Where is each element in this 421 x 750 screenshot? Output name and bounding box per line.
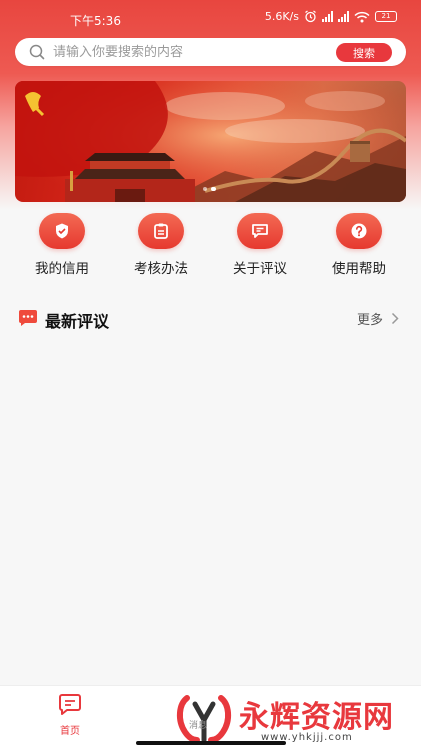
more-link[interactable]: 更多 xyxy=(357,309,399,328)
status-time: 下午5:36 xyxy=(70,14,121,28)
signal-icon xyxy=(322,11,333,22)
carousel-indicator xyxy=(203,187,216,191)
menu-label: 关于评议 xyxy=(233,261,287,277)
menu-my-credit[interactable]: 我的信用 xyxy=(22,213,102,277)
status-icons: 5.6K/s 21 xyxy=(265,10,397,23)
network-speed: 5.6K/s xyxy=(264,10,299,23)
carousel-dot xyxy=(203,187,207,191)
clipboard-icon xyxy=(138,213,184,249)
search-button[interactable]: 搜索 xyxy=(336,43,392,62)
search-icon xyxy=(29,44,45,60)
menu-usage-help[interactable]: 使用帮助 xyxy=(319,213,399,277)
chat-bubble-icon xyxy=(19,310,37,326)
message-icon xyxy=(237,213,283,249)
latest-evaluation-header: 最新评议 更多 xyxy=(0,306,421,331)
home-indicator xyxy=(136,741,286,745)
section-title: 最新评议 xyxy=(45,312,110,331)
menu-about-evaluation[interactable]: 关于评议 xyxy=(220,213,300,277)
status-bar: 下午5:36 5.6K/s 21 xyxy=(0,0,421,36)
signal-icon-2 xyxy=(338,11,349,22)
watermark-small-text: 消息 xyxy=(189,721,208,731)
search-input[interactable] xyxy=(53,42,333,62)
menu-label: 使用帮助 xyxy=(332,261,386,277)
search-bar[interactable]: 搜索 xyxy=(15,38,406,66)
battery-icon: 21 xyxy=(375,11,397,22)
shield-check-icon xyxy=(39,213,85,249)
alarm-icon xyxy=(305,10,316,23)
tab-home[interactable]: 首页 xyxy=(40,694,100,737)
more-label: 更多 xyxy=(356,313,383,328)
home-chat-icon xyxy=(59,694,81,715)
question-icon xyxy=(336,213,382,249)
quick-menu: 我的信用 考核办法 关于评议 使用帮助 xyxy=(0,213,421,279)
banner-image xyxy=(15,81,406,202)
carousel-dot-active xyxy=(211,187,216,191)
menu-label: 我的信用 xyxy=(35,261,89,277)
menu-label: 考核办法 xyxy=(134,261,188,277)
wifi-icon xyxy=(354,11,370,22)
watermark-text: 永辉资源网 xyxy=(239,700,394,735)
banner-carousel[interactable] xyxy=(15,81,406,202)
menu-assessment-method[interactable]: 考核办法 xyxy=(121,213,201,277)
tab-label: 首页 xyxy=(60,726,80,737)
chevron-right-icon xyxy=(391,312,399,325)
